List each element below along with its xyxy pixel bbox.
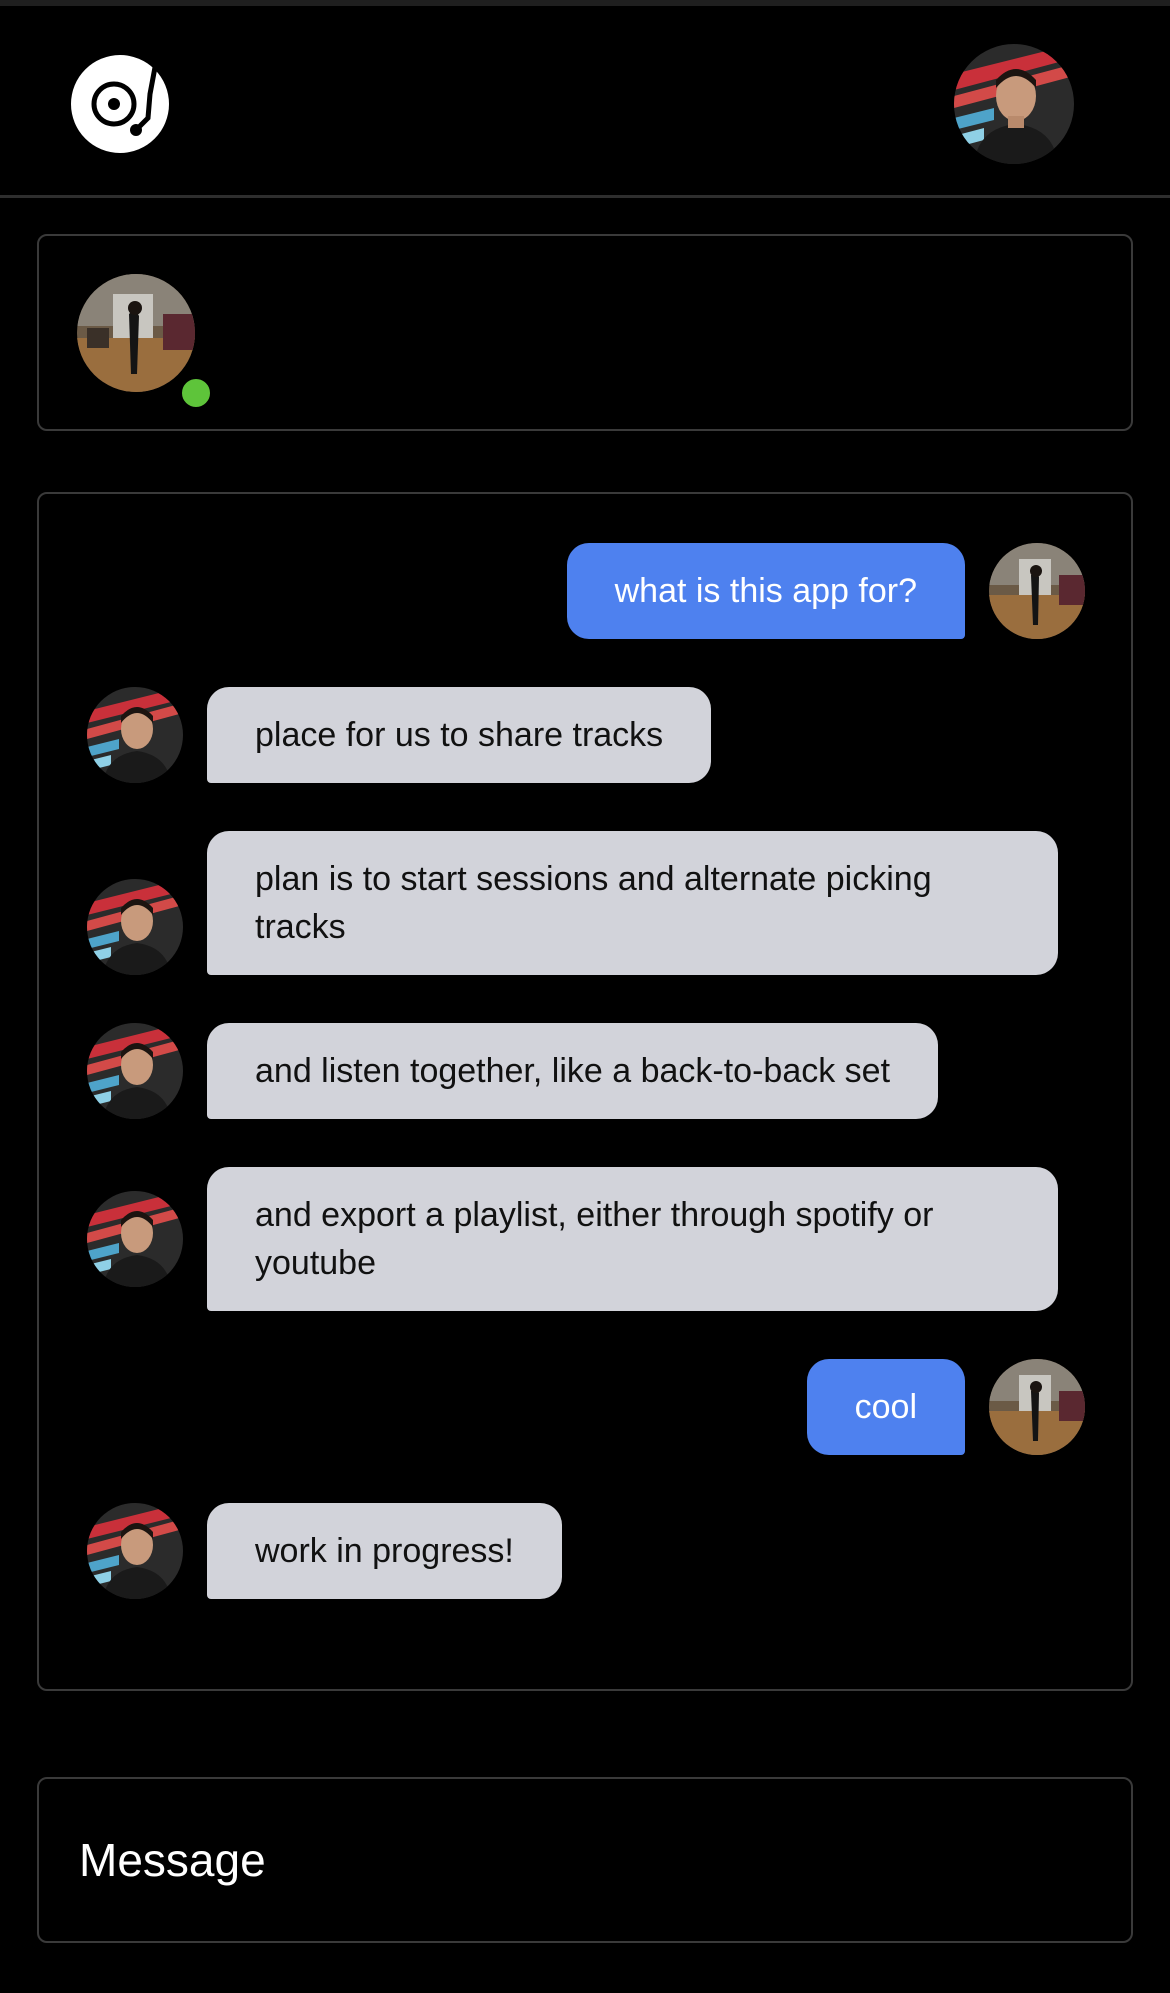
sender-avatar[interactable] — [87, 1191, 183, 1287]
message-input[interactable] — [39, 1779, 1131, 1941]
message-outgoing: cool — [806, 1359, 1085, 1455]
message-incoming: and listen together, like a back-to-back… — [87, 1023, 939, 1119]
sender-avatar[interactable] — [87, 879, 183, 975]
message-bubble[interactable]: cool — [806, 1359, 965, 1455]
message-bubble[interactable]: work in progress! — [207, 1503, 562, 1599]
message-incoming: and export a playlist, either through sp… — [87, 1167, 1058, 1311]
message-bubble[interactable]: place for us to share tracks — [207, 687, 712, 783]
turntable-logo-icon[interactable] — [70, 54, 170, 154]
app-header — [0, 6, 1170, 198]
message-bubble[interactable]: and export a playlist, either through sp… — [207, 1167, 1058, 1311]
active-user-presence-card — [37, 234, 1133, 431]
sender-avatar[interactable] — [989, 543, 1085, 639]
chat-thread: what is this app for? place for us to sh… — [37, 492, 1133, 1691]
user-profile-avatar[interactable] — [954, 44, 1074, 164]
friend-avatar[interactable] — [77, 274, 195, 392]
message-bubble[interactable]: and listen together, like a back-to-back… — [207, 1023, 939, 1119]
message-bubble[interactable]: plan is to start sessions and alternate … — [207, 831, 1058, 975]
message-composer — [37, 1777, 1133, 1943]
sender-avatar[interactable] — [87, 687, 183, 783]
message-incoming: place for us to share tracks — [87, 687, 712, 783]
message-incoming: work in progress! — [87, 1503, 562, 1599]
sender-avatar[interactable] — [989, 1359, 1085, 1455]
message-bubble[interactable]: what is this app for? — [566, 543, 965, 639]
message-incoming: plan is to start sessions and alternate … — [87, 831, 1058, 975]
online-status-indicator — [179, 376, 213, 410]
sender-avatar[interactable] — [87, 1023, 183, 1119]
sender-avatar[interactable] — [87, 1503, 183, 1599]
message-outgoing: what is this app for? — [566, 543, 1085, 639]
